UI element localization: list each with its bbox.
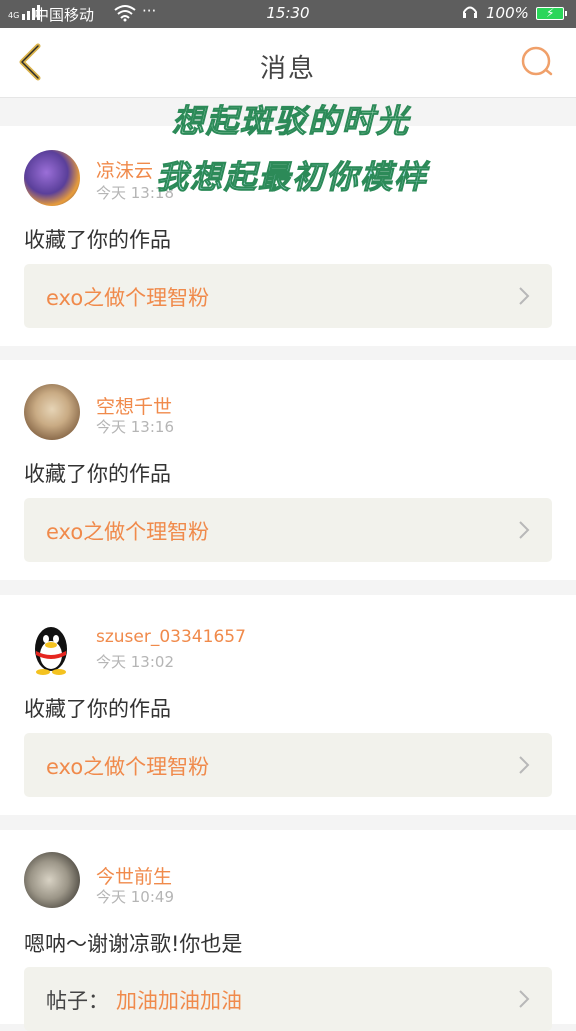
timestamp: 今天 13:02 (96, 653, 174, 671)
avatar[interactable] (24, 619, 80, 675)
message-card[interactable]: 今世前生 今天 10:49 嗯呐～谢谢凉歌!你也是 帖子： 加油加油加油 (0, 830, 576, 1031)
page-title: 消息 (259, 54, 316, 84)
penguin-icon (35, 627, 67, 675)
username[interactable]: szuser_03341657 (96, 627, 246, 647)
post-link[interactable]: 帖子： 加油加油加油 (24, 967, 552, 1031)
username[interactable]: 空想千世 (96, 392, 172, 419)
timestamp: 今天 13:16 (96, 418, 174, 436)
message-text: 嗯呐～谢谢凉歌!你也是 (24, 932, 243, 956)
status-bar: 4G 中国移动 ··· 15:30 100% ⚡ (0, 0, 576, 28)
timestamp: 今天 10:49 (96, 888, 174, 906)
message-text: 收藏了你的作品 (24, 228, 171, 252)
work-title: exo之做个理智粉 (46, 755, 210, 779)
chevron-right-icon (519, 521, 530, 539)
chevron-right-icon (519, 990, 530, 1008)
search-icon[interactable] (520, 45, 554, 79)
message-text: 收藏了你的作品 (24, 697, 171, 721)
battery-percent: 100% (486, 4, 529, 22)
work-title: exo之做个理智粉 (46, 520, 210, 544)
chevron-right-icon (519, 756, 530, 774)
avatar[interactable] (24, 384, 80, 440)
battery-charging-icon: ⚡ (536, 6, 567, 20)
work-link[interactable]: exo之做个理智粉 (24, 733, 552, 797)
username[interactable]: 凉沫云 (96, 156, 153, 183)
message-card[interactable]: szuser_03341657 今天 13:02 收藏了你的作品 exo之做个理… (0, 595, 576, 815)
headphone-icon (463, 6, 477, 18)
post-prefix: 帖子： (46, 989, 109, 1013)
username[interactable]: 今世前生 (96, 862, 172, 889)
work-link[interactable]: exo之做个理智粉 (24, 264, 552, 328)
post-title: 加油加油加油 (116, 989, 242, 1013)
chevron-right-icon (519, 287, 530, 305)
message-card[interactable]: 空想千世 今天 13:16 收藏了你的作品 exo之做个理智粉 (0, 360, 576, 580)
work-link[interactable]: exo之做个理智粉 (24, 498, 552, 562)
nav-bar: 消息 (0, 28, 576, 98)
avatar[interactable] (24, 852, 80, 908)
avatar[interactable] (24, 150, 80, 206)
overlay-text-line1: 想起斑驳的时光 (171, 102, 411, 141)
work-title: exo之做个理智粉 (46, 286, 210, 310)
overlay-text-line2: 我想起最初你模样 (155, 158, 429, 197)
message-text: 收藏了你的作品 (24, 462, 171, 486)
